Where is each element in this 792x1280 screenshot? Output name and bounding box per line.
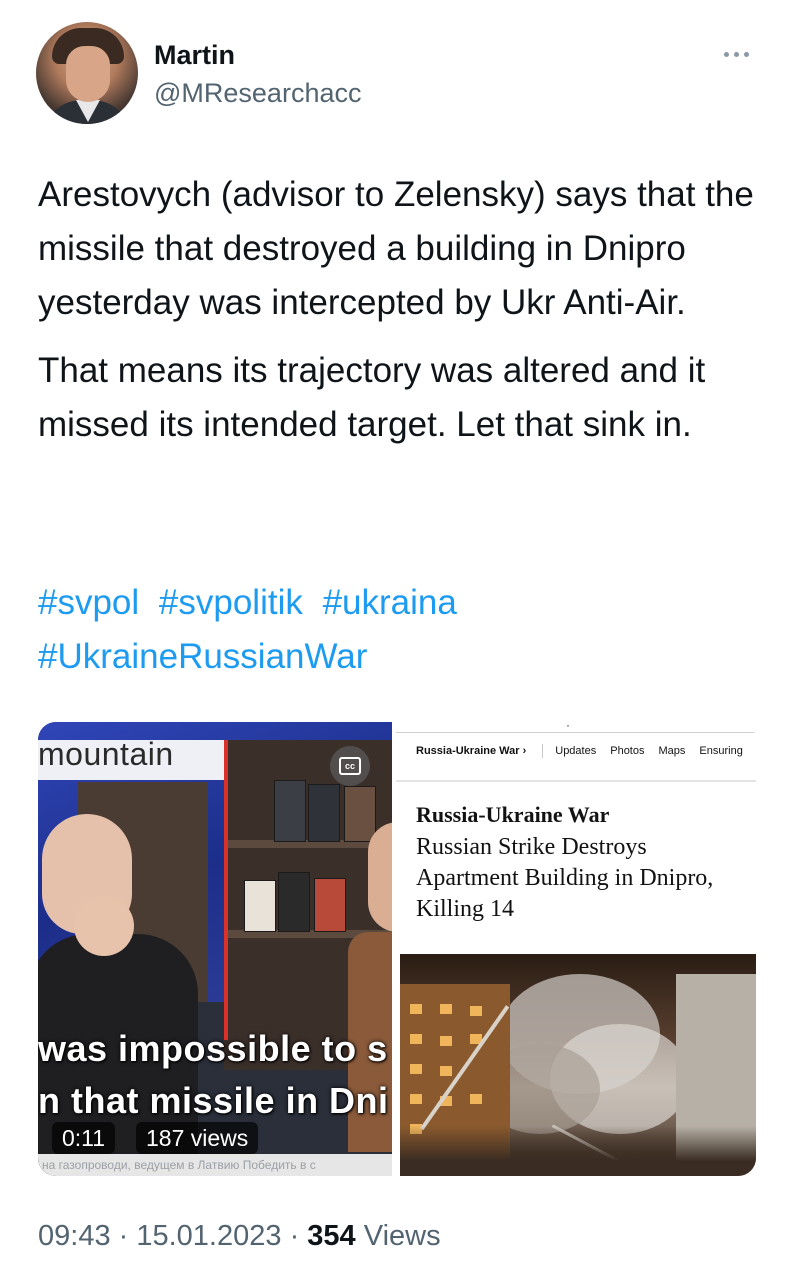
view-label: Views — [363, 1220, 441, 1252]
video-news-ticker: на газопроводи, ведущем в Латвию Победит… — [38, 1154, 392, 1176]
video-duration-badge: 0:11 — [52, 1122, 116, 1154]
video-overlay-text: mountain — [38, 736, 174, 772]
article-nav-item: Ensuring — [699, 744, 743, 757]
hashtag-link[interactable]: #UkraineRussianWar — [38, 637, 367, 676]
hashtag-link[interactable]: #svpol — [38, 583, 139, 622]
video-subtitle-line-1: was impossible to s — [38, 1028, 388, 1069]
hashtag-link[interactable]: #ukraina — [323, 583, 457, 622]
video-views-badge: 187 views — [136, 1122, 259, 1154]
video-subtitle-line-2: n that missile in Dni — [38, 1080, 389, 1121]
article-nav-item: Maps — [658, 744, 686, 757]
media-grid: mountain cc was impossible to s n that m… — [38, 722, 756, 1176]
article-kicker: Russia-Ukraine War — [416, 802, 610, 827]
tweet-time[interactable]: 09:43 — [38, 1220, 111, 1252]
author-name[interactable]: Martin — [154, 40, 235, 71]
article-nav: Russia-Ukraine War › Updates Photos Maps Ens… — [416, 744, 756, 770]
avatar[interactable] — [36, 22, 138, 124]
view-count: 354 — [307, 1220, 356, 1252]
tweet-paragraph-2: That means its trajectory was altered an… — [38, 351, 706, 444]
tweet-text: Arestovych (advisor to Zelensky) says th… — [38, 168, 756, 466]
article-photo — [400, 954, 756, 1176]
article-headline: Russian Strike Destroys Apartment Buildi… — [416, 834, 714, 922]
tweet-header: Martin @MResearchacc — [36, 22, 756, 126]
tweet-meta: 09:43 · 15.01.2023 · 354 Views — [38, 1220, 441, 1252]
article-nav-main: Russia-Ukraine War › — [416, 744, 527, 757]
closed-captions-icon[interactable]: cc — [330, 746, 370, 786]
video-player[interactable]: mountain cc was impossible to s n that m… — [38, 722, 392, 1176]
tweet-date[interactable]: 15.01.2023 — [136, 1220, 281, 1252]
more-options-icon[interactable] — [720, 44, 752, 64]
hashtag-link[interactable]: #svpolitik — [159, 583, 303, 622]
hashtags: #svpol #svpolitik #ukraina #UkraineRussi… — [38, 576, 756, 684]
article-nav-item: Photos — [610, 744, 645, 757]
article-nav-item: Updates — [555, 744, 597, 757]
article-screenshot[interactable]: · Russia-Ukraine War › Updates Photos Maps E… — [396, 722, 756, 1176]
tweet-paragraph-1: Arestovych (advisor to Zelensky) says th… — [38, 175, 754, 322]
author-handle[interactable]: @MResearchacc — [154, 78, 361, 109]
